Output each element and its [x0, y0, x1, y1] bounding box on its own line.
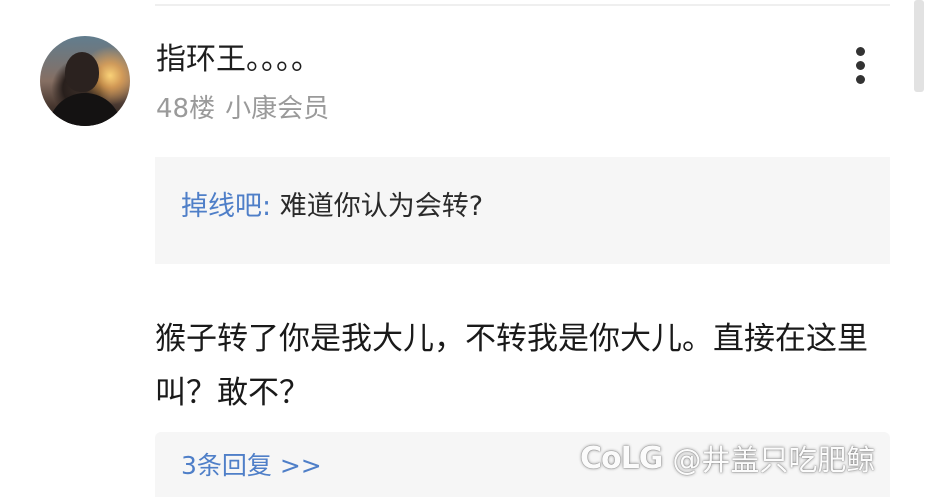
quoted-author[interactable]: 掉线吧:	[181, 191, 271, 222]
avatar-head-shape	[65, 52, 99, 92]
more-options-button[interactable]	[848, 44, 874, 86]
more-vertical-icon-dot	[856, 47, 865, 56]
comment-page: 指环王。。。。 48楼 小康会员 掉线吧: 难道你认为会转? 猴子转了你是我大儿，…	[0, 0, 930, 497]
scrollbar[interactable]	[914, 0, 924, 92]
watermark-logo: CoLG	[580, 440, 663, 476]
comment-meta: 48楼 小康会员	[156, 92, 329, 126]
watermark: CoLG @井盖只吃肥鲸	[580, 439, 876, 478]
quoted-reply: 掉线吧: 难道你认为会转?	[155, 157, 890, 264]
quoted-message: 难道你认为会转?	[279, 191, 484, 222]
avatar-body-shape	[48, 93, 122, 126]
more-vertical-icon-dot	[856, 75, 865, 84]
divider	[155, 4, 890, 6]
watermark-handle: @井盖只吃肥鲸	[672, 443, 876, 477]
username[interactable]: 指环王。。。。	[156, 40, 321, 80]
view-replies-link[interactable]: 3条回复 >>	[181, 448, 322, 484]
quoted-reply-text: 掉线吧: 难道你认为会转?	[181, 187, 483, 227]
comment-body: 猴子转了你是我大儿，不转我是你大儿。直接在这里叫？敢不？	[155, 321, 868, 411]
floor-number: 48楼	[156, 94, 216, 124]
member-level: 小康会员	[225, 94, 330, 124]
more-vertical-icon-dot	[856, 61, 865, 70]
user-avatar[interactable]	[40, 36, 130, 126]
